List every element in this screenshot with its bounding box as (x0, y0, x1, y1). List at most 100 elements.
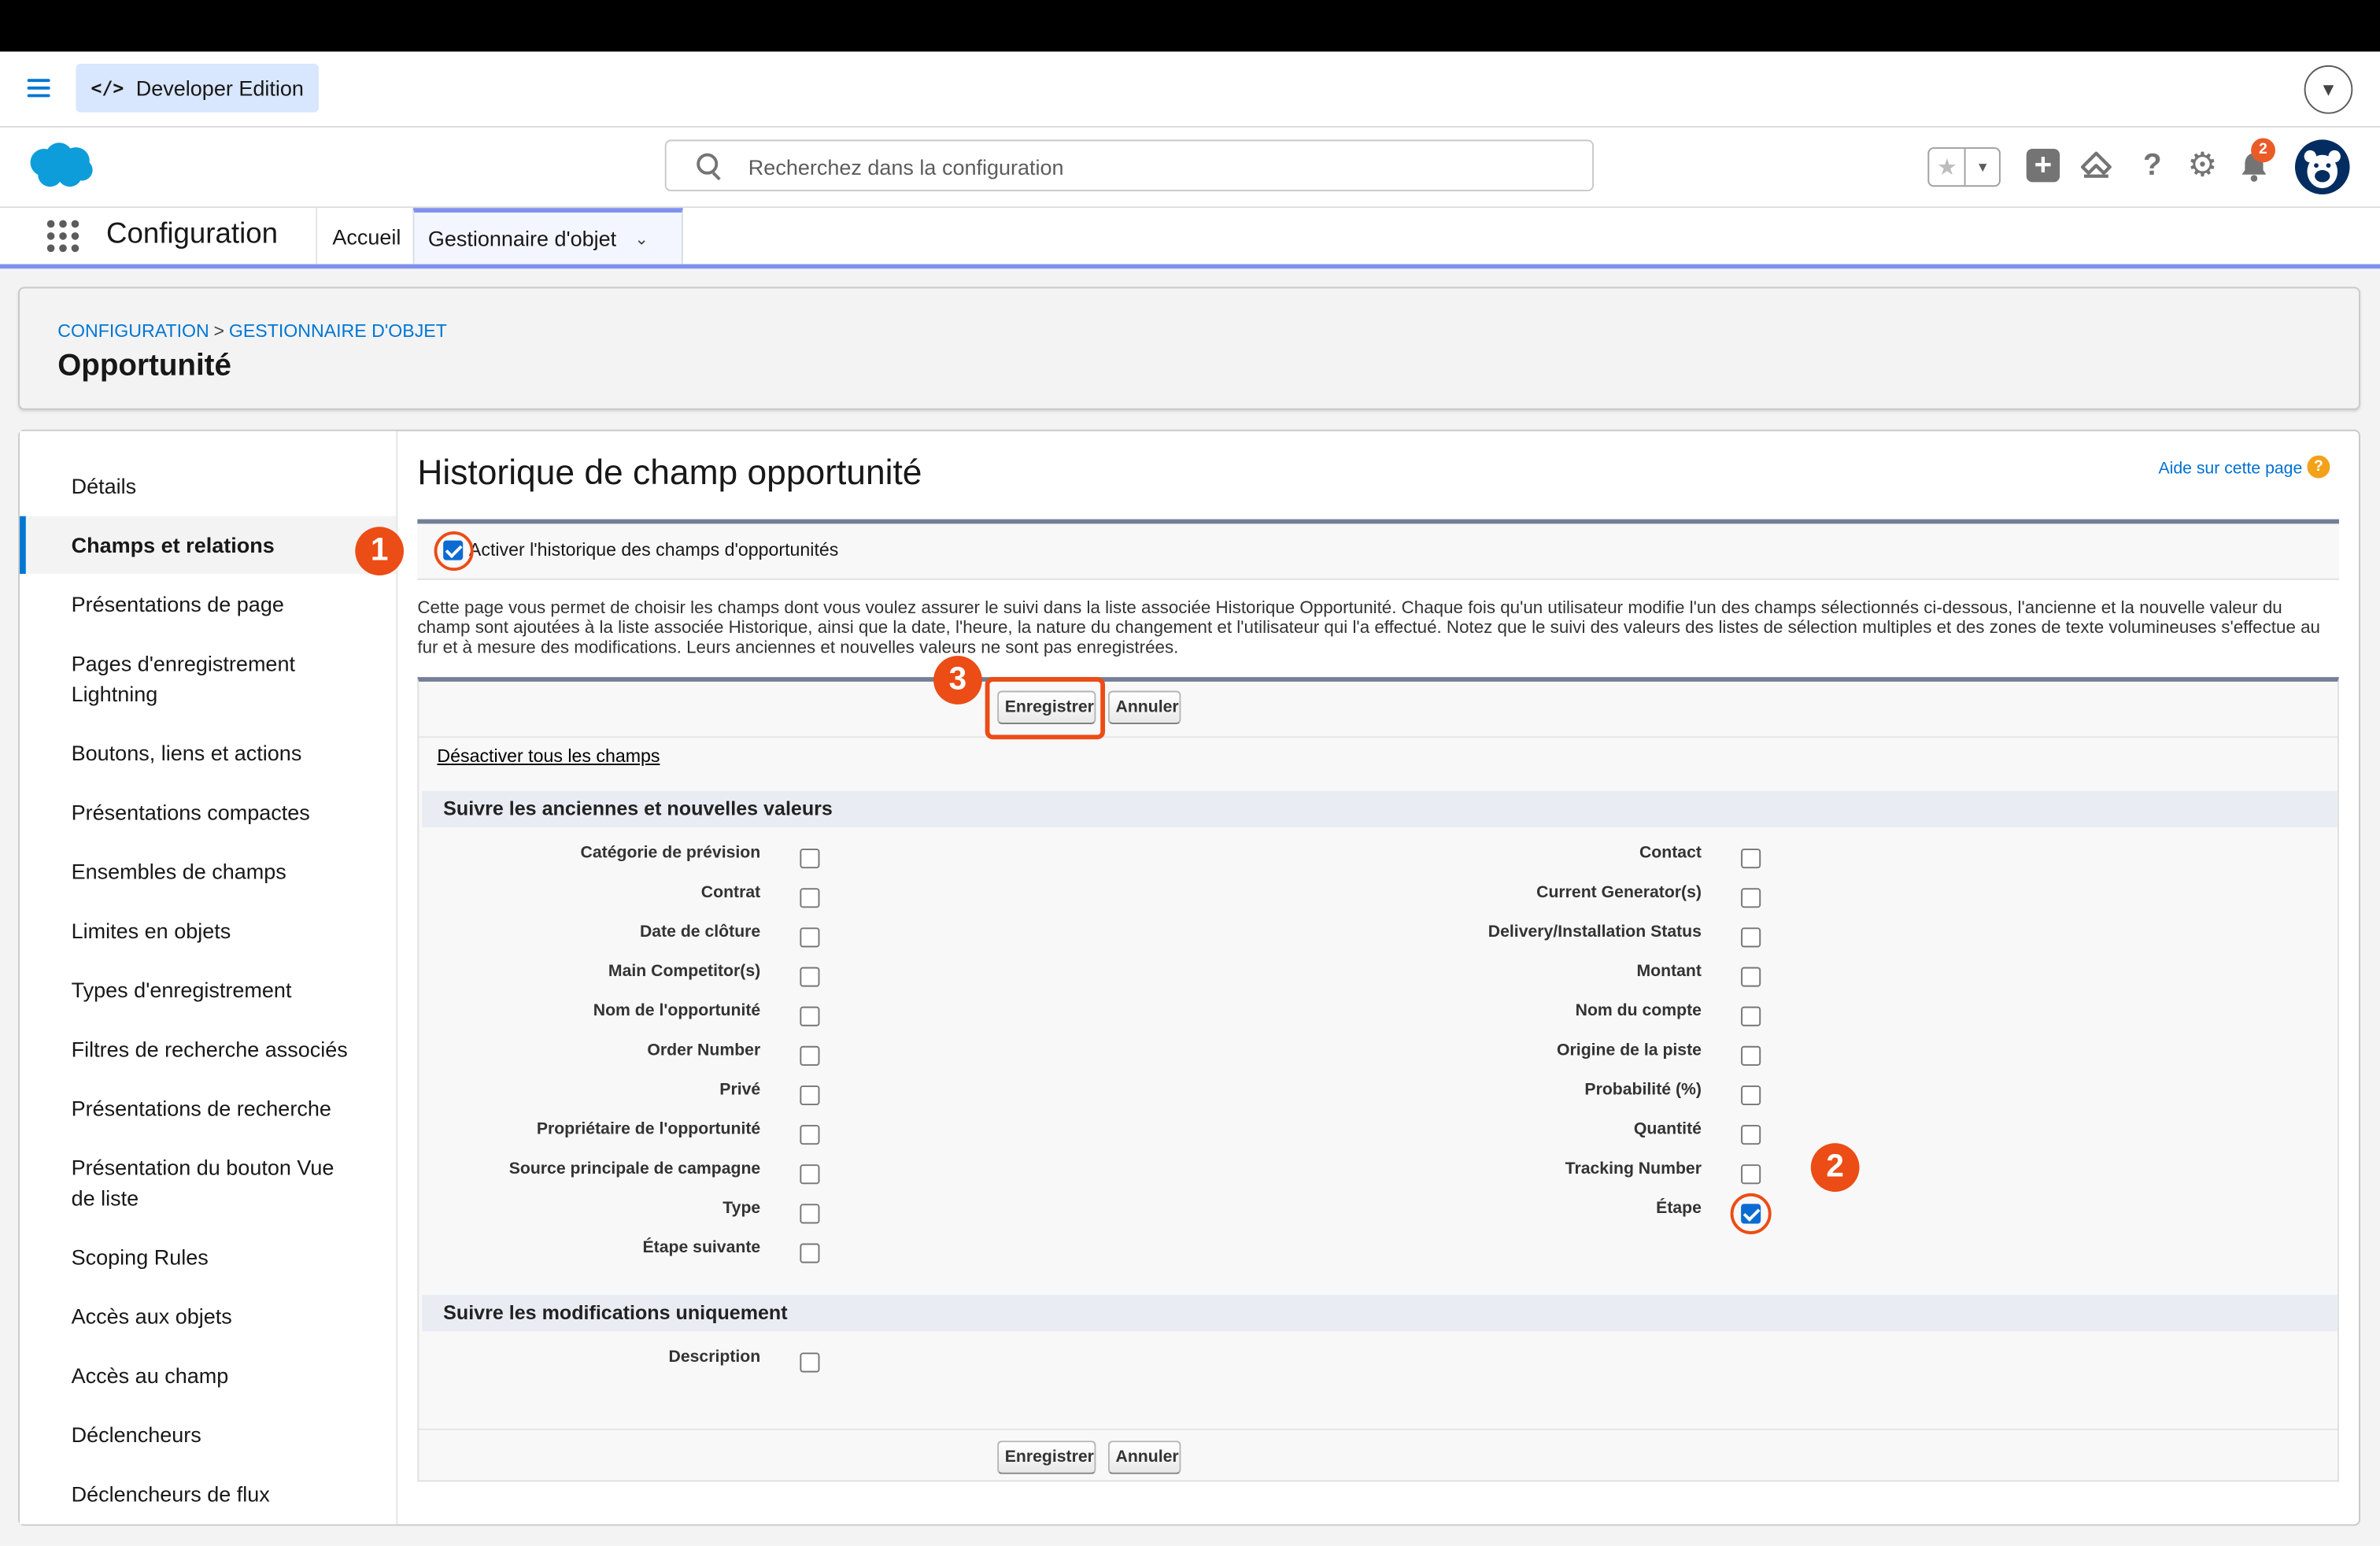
description-text: Cette page vous permet de choisir les ch… (417, 597, 2320, 658)
field-checkbox-delivery-installation-status[interactable] (1741, 927, 1761, 948)
help-icon[interactable]: ? (2134, 147, 2171, 183)
user-avatar[interactable] (2295, 139, 2350, 194)
field-label-order-number: Order Number (647, 1041, 761, 1060)
sidebar-item-lightning-pages[interactable]: Pages d'enregistrement Lightning (72, 649, 330, 709)
field-label-contact: Contact (1639, 844, 1702, 863)
field-label-main-competitors: Main Competitor(s) (608, 962, 761, 981)
window-top-bar (0, 0, 2380, 52)
sidebar-item-list-view-button-layout[interactable]: Présentation du bouton Vue de liste (72, 1152, 353, 1213)
tab-accueil-label: Accueil (332, 224, 401, 249)
field-checkbox-order-number[interactable] (800, 1045, 820, 1066)
sidebar-item-field-access[interactable]: Accès au champ (72, 1360, 375, 1391)
tab-gestionnaire-objet[interactable]: Gestionnaire d'objet ⌄ (412, 208, 683, 264)
field-checkbox-primary-campaign-source[interactable] (800, 1164, 820, 1185)
field-checkbox-next-step[interactable] (800, 1243, 820, 1263)
sidebar-item-fields-relations[interactable]: Champs et relations (72, 530, 375, 560)
gear-icon[interactable]: ⚙ (2184, 146, 2220, 183)
annotation-marker-1: 1 (355, 527, 405, 575)
field-checkbox-forecast-category[interactable] (800, 849, 820, 869)
sidebar-item-triggers[interactable]: Déclencheurs (72, 1419, 375, 1450)
field-checkbox-contract[interactable] (800, 888, 820, 908)
field-checkbox-type[interactable] (800, 1204, 820, 1224)
field-label-next-step: Étape suivante (642, 1238, 761, 1257)
field-label-tracking-number: Tracking Number (1565, 1160, 1702, 1178)
help-link[interactable]: Aide sur cette page (2158, 460, 2302, 478)
field-label-quantity: Quantité (1633, 1120, 1702, 1139)
sidebar-item-scoping-rules[interactable]: Scoping Rules (72, 1242, 375, 1273)
sidebar-item-object-limits[interactable]: Limites en objets (72, 915, 375, 946)
chevron-down-icon[interactable]: ⌄ (634, 228, 649, 248)
field-checkbox-quantity[interactable] (1741, 1125, 1761, 1145)
disable-all-fields-link[interactable]: Désactiver tous les champs (437, 745, 660, 767)
global-actions-plus-icon[interactable]: + (2026, 149, 2060, 183)
field-label-type: Type (722, 1199, 761, 1218)
page-title: Opportunité (57, 349, 231, 383)
salesforce-logo-icon[interactable] (24, 139, 94, 191)
tab-accueil[interactable]: Accueil (316, 208, 412, 264)
developer-bar (0, 51, 2380, 128)
field-checkbox-main-competitors[interactable] (800, 967, 820, 987)
menu-icon[interactable] (27, 79, 50, 98)
sidebar-item-record-types[interactable]: Types d'enregistrement (72, 975, 375, 1005)
sidebar-item-object-access[interactable]: Accès aux objets (72, 1301, 375, 1332)
field-checkbox-amount[interactable] (1741, 967, 1761, 987)
field-label-account-name: Nom du compte (1575, 1001, 1702, 1021)
breadcrumb-object-manager-link[interactable]: GESTIONNAIRE D'OBJET (229, 320, 447, 342)
chevron-down-icon[interactable]: ▼ (2304, 65, 2353, 114)
field-label-probability: Probabilité (%) (1584, 1081, 1702, 1100)
annotation-ring-enable (434, 531, 474, 571)
notification-count-badge: 2 (2251, 138, 2275, 163)
field-checkbox-private[interactable] (800, 1085, 820, 1106)
field-checkbox-tracking-number[interactable] (1741, 1164, 1761, 1185)
breadcrumb: CONFIGURATION > GESTIONNAIRE D'OBJET (57, 320, 447, 342)
field-checkbox-description[interactable] (800, 1352, 820, 1373)
field-checkbox-probability[interactable] (1741, 1085, 1761, 1106)
annotation-marker-2: 2 (1810, 1143, 1860, 1192)
cancel-button-top[interactable]: Annuler (1107, 690, 1181, 724)
sidebar-items: Détails Champs et relations Présentation… (20, 431, 396, 1525)
sidebar-item-field-sets[interactable]: Ensembles de champs (72, 856, 375, 887)
setup-search-box[interactable] (664, 139, 1595, 192)
field-checkbox-opportunity-owner[interactable] (800, 1125, 820, 1145)
sidebar-item-buttons-links[interactable]: Boutons, liens et actions (72, 738, 375, 768)
star-icon[interactable]: ★ (1929, 149, 1964, 185)
field-label-lead-source: Origine de la piste (1557, 1041, 1702, 1060)
developer-edition-label: Developer Edition (135, 76, 304, 101)
search-input[interactable] (745, 150, 1572, 184)
developer-edition-badge[interactable]: </> Developer Edition (76, 64, 320, 113)
top-button-bar (419, 682, 2338, 738)
annotation-marker-3: 3 (933, 656, 982, 705)
field-checkbox-opportunity-name[interactable] (800, 1006, 820, 1026)
field-label-contract: Contrat (700, 883, 761, 902)
field-checkbox-account-name[interactable] (1741, 1006, 1761, 1026)
help-question-icon[interactable]: ? (2307, 455, 2330, 479)
field-checkbox-close-date[interactable] (800, 927, 820, 948)
sidebar-item-search-layouts[interactable]: Présentations de recherche (72, 1093, 375, 1124)
field-checkbox-lead-source[interactable] (1741, 1045, 1761, 1066)
annotation-ring-stage (1730, 1193, 1772, 1234)
app-launcher-icon[interactable] (46, 219, 82, 255)
favorites-group[interactable]: ★ ▼ (1927, 147, 2001, 187)
app-name: Configuration (106, 218, 278, 251)
section-track-changes: Suivre les modifications uniquement (422, 1295, 2338, 1332)
field-checkbox-contact[interactable] (1741, 849, 1761, 869)
bottom-divider (419, 1428, 2338, 1430)
sidebar-item-details[interactable]: Détails (72, 471, 375, 501)
field-label-private: Privé (719, 1081, 761, 1100)
sidebar-item-lookup-filters[interactable]: Filtres de recherche associés (72, 1034, 375, 1064)
favorites-dropdown-icon[interactable]: ▼ (1964, 149, 1999, 186)
trailhead-guidance-icon[interactable] (2079, 150, 2112, 181)
field-label-delivery-installation-status: Delivery/Installation Status (1488, 923, 1702, 941)
code-icon: </> (91, 77, 124, 99)
cancel-button-bottom[interactable]: Annuler (1107, 1441, 1181, 1474)
sidebar-item-page-layouts[interactable]: Présentations de page (72, 589, 375, 620)
content-title: Historique de champ opportunité (417, 452, 922, 492)
field-checkbox-current-generators[interactable] (1741, 888, 1761, 908)
field-label-primary-campaign-source: Source principale de campagne (508, 1160, 761, 1178)
sidebar-item-compact-layouts[interactable]: Présentations compactes (72, 797, 375, 828)
breadcrumb-configuration-link[interactable]: CONFIGURATION (57, 320, 209, 342)
field-label-opportunity-owner: Propriétaire de l'opportunité (536, 1120, 761, 1139)
save-button-bottom[interactable]: Enregistrer (997, 1441, 1096, 1474)
sidebar-item-flow-triggers[interactable]: Déclencheurs de flux (72, 1478, 375, 1509)
field-label-close-date: Date de clôture (639, 923, 761, 941)
